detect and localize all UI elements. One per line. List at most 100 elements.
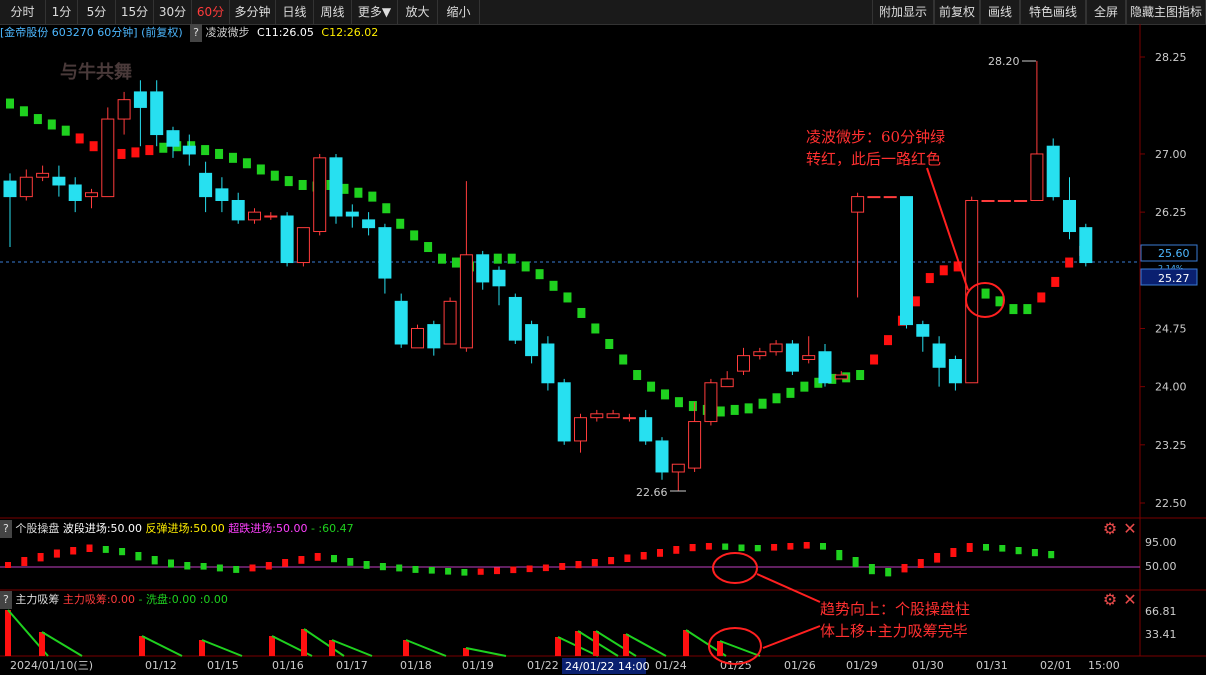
toolbar-right-button-0[interactable]: 附加显示 <box>872 0 934 24</box>
toolbar-right-button-1[interactable]: 前复权 <box>934 0 980 24</box>
period-tab-5[interactable]: 60分 <box>192 0 230 24</box>
gear-icon[interactable]: ⚙ <box>1102 521 1118 537</box>
lingbo-dot <box>981 288 990 299</box>
lingbo-dot <box>354 187 363 198</box>
kline-chart: 与牛共舞 28.25 27.00 26.25 24.75 24.00 23.25 22.50… <box>0 24 1206 674</box>
candle <box>737 347 750 376</box>
period-tab-10[interactable]: 放大 <box>398 0 438 24</box>
candle <box>215 177 229 213</box>
lingbo-dot <box>410 230 419 241</box>
period-tab-4[interactable]: 30分 <box>154 0 192 24</box>
lingbo-dot <box>493 253 502 264</box>
lingbo-dot <box>215 148 224 159</box>
candle <box>900 196 913 329</box>
lingbo-dot <box>368 191 377 202</box>
candle <box>639 409 653 445</box>
period-tab-7[interactable]: 日线 <box>276 0 314 24</box>
candle <box>427 320 441 356</box>
trade-bar <box>591 559 598 567</box>
x-axis-label: 02/01 <box>1040 659 1072 672</box>
trade-bar <box>1015 547 1022 555</box>
circle-highlight-2 <box>712 552 758 584</box>
lingbo-dot <box>814 377 823 388</box>
sub-tick: 33.41 <box>1145 628 1177 641</box>
x-axis-label: 01/19 <box>462 659 494 672</box>
accumulate-bar <box>463 648 469 656</box>
period-tab-11[interactable]: 缩小 <box>438 0 480 24</box>
trade-bar <box>510 566 517 574</box>
candle <box>36 165 50 182</box>
period-tab-0[interactable]: 分时 <box>0 0 46 24</box>
lingbo-dot <box>772 393 781 404</box>
period-tab-1[interactable]: 1分 <box>46 0 78 24</box>
lingbo-dot <box>730 404 739 415</box>
lingbo-dot <box>340 183 349 194</box>
trade-bar <box>168 559 174 568</box>
close-icon[interactable]: ✕ <box>1122 592 1138 608</box>
candle <box>1014 199 1028 202</box>
circle-highlight-1 <box>965 282 1005 318</box>
candle <box>443 297 457 345</box>
lingbo-dot <box>396 218 405 229</box>
lingbo-dot <box>939 265 948 276</box>
price-tick: 22.50 <box>1155 497 1187 510</box>
lingbo-dot <box>131 147 140 158</box>
period-tab-8[interactable]: 周线 <box>314 0 352 24</box>
panel2-title[interactable]: 主力吸筹 <box>15 593 59 606</box>
period-tab-9[interactable]: 更多▼ <box>352 0 398 24</box>
accumulate-bar <box>301 629 307 656</box>
wash-line <box>141 635 183 657</box>
x-axis-label: 01/12 <box>145 659 177 672</box>
panel2-help-icon[interactable]: ? <box>0 591 12 609</box>
wash-line <box>465 647 507 657</box>
trade-bar <box>950 548 957 557</box>
stock-title[interactable]: [金帝股份 603270 60分钟] <box>0 26 138 39</box>
lingbo-dot <box>1009 304 1018 315</box>
trade-bar <box>542 564 549 572</box>
candle <box>590 409 604 422</box>
lingbo-dot <box>1065 257 1074 268</box>
candle <box>378 223 392 294</box>
candle <box>280 212 294 267</box>
trade-bar <box>53 549 60 558</box>
period-tab-3[interactable]: 15分 <box>116 0 154 24</box>
candle <box>916 320 930 352</box>
toolbar-right-button-2[interactable]: 画线 <box>980 0 1020 24</box>
candle <box>68 177 82 213</box>
panel1-help-icon[interactable]: ? <box>0 520 12 538</box>
period-tab-2[interactable]: 5分 <box>78 0 116 24</box>
toolbar-right-button-5[interactable]: 隐藏主图指标 <box>1126 0 1206 24</box>
lingbo-dot <box>187 141 196 152</box>
trade-bar <box>445 568 452 575</box>
candle <box>818 343 832 387</box>
indicator-name[interactable]: 凌波微步 <box>206 26 250 39</box>
period-tab-6[interactable]: 多分钟 <box>230 0 276 24</box>
close-icon[interactable]: ✕ <box>1122 521 1138 537</box>
trade-bar <box>151 556 158 565</box>
candle <box>264 212 278 220</box>
annotation-note-1: 凌波微步：60分钟绿 转红，此后一路红色 <box>806 126 945 170</box>
trade-bar <box>934 553 941 563</box>
candle <box>851 192 865 298</box>
candle <box>981 199 995 202</box>
panel1-title[interactable]: 个股操盘 <box>15 522 59 535</box>
trade-bar <box>347 558 354 566</box>
trade-bar <box>396 564 403 572</box>
toolbar-right-button-4[interactable]: 全屏 <box>1086 0 1126 24</box>
lingbo-dot <box>228 152 237 163</box>
lingbo-dot <box>1037 292 1046 303</box>
toolbar-right-button-3[interactable]: 特色画线 <box>1020 0 1086 24</box>
trade-bar <box>477 568 484 575</box>
gear-icon[interactable]: ⚙ <box>1102 592 1118 608</box>
arrow-line-3 <box>762 625 821 649</box>
candle <box>622 413 636 422</box>
candle <box>313 153 327 236</box>
lingbo-dot <box>145 145 154 156</box>
candle <box>199 161 213 213</box>
panel2-header: ? 主力吸筹 主力吸筹:0.00 - 洗盘:0.00 :0.00 <box>0 591 228 609</box>
x-axis-label: 01/24 <box>655 659 687 672</box>
candle <box>688 402 702 472</box>
lingbo-dot <box>201 145 210 156</box>
indicator-question-icon[interactable]: ? <box>190 24 203 42</box>
wash-line <box>719 640 761 657</box>
